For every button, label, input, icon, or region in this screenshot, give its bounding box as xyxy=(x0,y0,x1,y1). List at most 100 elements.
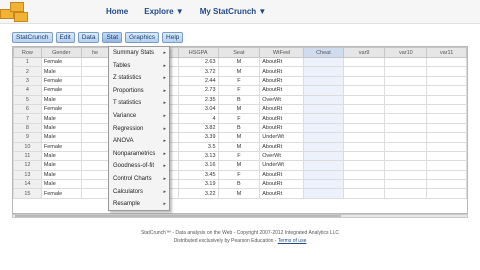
data-cell[interactable]: Female xyxy=(40,103,82,115)
data-cell[interactable] xyxy=(426,160,467,171)
column-header[interactable]: var11 xyxy=(426,47,467,58)
data-cell[interactable] xyxy=(426,141,467,152)
menu-stat-button[interactable]: Stat xyxy=(102,32,123,43)
data-cell[interactable] xyxy=(384,103,428,115)
data-cell[interactable] xyxy=(80,132,110,143)
data-cell[interactable]: OverWt xyxy=(259,150,305,162)
data-cell[interactable] xyxy=(426,122,467,134)
nav-link-2[interactable]: My StatCrunch ▼ xyxy=(200,7,267,16)
column-header[interactable]: WtFeel xyxy=(259,47,305,58)
data-cell[interactable]: AboutRt xyxy=(259,75,305,87)
stat-menu-item[interactable]: Variance ▸ xyxy=(109,110,169,123)
stat-menu-item[interactable]: T statistics ▸ xyxy=(109,97,169,110)
data-cell[interactable] xyxy=(426,132,467,143)
column-header[interactable]: var9 xyxy=(342,47,386,58)
data-cell[interactable] xyxy=(80,160,110,171)
data-cell[interactable] xyxy=(303,75,344,87)
data-cell[interactable]: 3.16 xyxy=(177,160,219,171)
column-header[interactable]: Cheat xyxy=(303,47,344,58)
data-cell[interactable]: Male xyxy=(40,150,82,162)
data-cell[interactable] xyxy=(303,160,344,171)
data-grid[interactable]: Row Gender he HSGPA Seat WtFeel Cheat var9 var10… xyxy=(12,46,468,214)
data-cell[interactable] xyxy=(80,94,110,105)
data-cell[interactable] xyxy=(426,113,467,124)
stat-menu-item[interactable]: Summary Stats ▸ xyxy=(109,47,169,60)
data-cell[interactable] xyxy=(303,94,344,105)
menu-data-button[interactable]: Data xyxy=(77,32,100,43)
data-cell[interactable] xyxy=(426,94,467,105)
data-cell[interactable]: 3.45 xyxy=(177,169,219,181)
data-cell[interactable] xyxy=(80,85,110,96)
data-cell[interactable] xyxy=(384,75,428,87)
stat-menu-item[interactable]: Resample ▸ xyxy=(109,198,169,211)
data-cell[interactable] xyxy=(303,122,344,134)
data-cell[interactable]: Male xyxy=(40,169,82,181)
data-cell[interactable]: Male xyxy=(40,132,82,143)
column-header[interactable]: Gender xyxy=(40,47,82,58)
data-cell[interactable]: F xyxy=(217,150,261,162)
stat-menu-item[interactable]: Tables ▸ xyxy=(109,60,169,73)
data-cell[interactable] xyxy=(303,150,344,162)
data-cell[interactable] xyxy=(342,150,386,162)
data-cell[interactable]: M xyxy=(217,160,261,171)
data-cell[interactable]: 3.5 xyxy=(177,141,219,152)
scrollbar-thumb[interactable] xyxy=(15,215,341,217)
menu-edit-button[interactable]: Edit xyxy=(55,32,75,43)
data-cell[interactable] xyxy=(342,103,386,115)
data-cell[interactable] xyxy=(80,75,110,87)
nav-link-0[interactable]: Home xyxy=(106,7,128,16)
data-cell[interactable] xyxy=(342,132,386,143)
data-cell[interactable] xyxy=(342,188,386,199)
data-cell[interactable]: Male xyxy=(40,94,82,105)
nav-link-1[interactable]: Explore ▼ xyxy=(144,7,183,16)
data-cell[interactable] xyxy=(384,56,428,68)
data-cell[interactable]: 3.39 xyxy=(177,132,219,143)
data-cell[interactable]: 2.73 xyxy=(177,85,219,96)
data-cell[interactable]: AboutRt xyxy=(259,103,305,115)
data-cell[interactable]: AboutRt xyxy=(259,66,305,77)
data-cell[interactable]: 3.13 xyxy=(177,150,219,162)
data-cell[interactable] xyxy=(80,103,110,115)
stat-menu-item[interactable]: Calculators ▸ xyxy=(109,186,169,199)
data-cell[interactable] xyxy=(80,122,110,134)
data-cell[interactable]: UnderWt xyxy=(259,160,305,171)
menu-graphics-button[interactable]: Graphics xyxy=(125,32,160,43)
data-cell[interactable]: AboutRt xyxy=(259,141,305,152)
menu-statcrunch-button[interactable]: StatCrunch xyxy=(12,32,53,43)
data-cell[interactable] xyxy=(303,132,344,143)
data-cell[interactable] xyxy=(80,150,110,162)
data-cell[interactable]: 3.04 xyxy=(177,103,219,115)
data-cell[interactable]: M xyxy=(217,103,261,115)
stat-menu-item[interactable]: Regression ▸ xyxy=(109,123,169,136)
data-cell[interactable]: Female xyxy=(40,56,82,68)
data-cell[interactable]: 2.44 xyxy=(177,75,219,87)
data-cell[interactable]: 3.22 xyxy=(177,188,219,199)
data-cell[interactable]: M xyxy=(217,188,261,199)
data-cell[interactable] xyxy=(426,103,467,115)
data-cell[interactable]: AboutRt xyxy=(259,113,305,124)
data-cell[interactable]: B xyxy=(217,122,261,134)
data-cell[interactable]: F xyxy=(217,169,261,181)
data-cell[interactable]: Female xyxy=(40,75,82,87)
data-cell[interactable]: Male xyxy=(40,179,82,190)
stat-menu-item[interactable]: Nonparametrics ▸ xyxy=(109,148,169,161)
data-cell[interactable] xyxy=(384,169,428,181)
data-cell[interactable] xyxy=(342,160,386,171)
data-cell[interactable] xyxy=(342,122,386,134)
data-cell[interactable]: F xyxy=(217,113,261,124)
data-cell[interactable]: 3.72 xyxy=(177,66,219,77)
data-cell[interactable]: AboutRt xyxy=(259,56,305,68)
data-cell[interactable] xyxy=(303,113,344,124)
data-cell[interactable]: Male xyxy=(40,160,82,171)
data-cell[interactable] xyxy=(426,150,467,162)
data-cell[interactable] xyxy=(303,85,344,96)
data-cell[interactable]: 2.35 xyxy=(177,94,219,105)
data-cell[interactable] xyxy=(342,141,386,152)
terms-of-use-link[interactable]: Terms of use xyxy=(278,238,307,244)
data-cell[interactable] xyxy=(80,188,110,199)
data-cell[interactable] xyxy=(426,56,467,68)
data-cell[interactable]: 3.82 xyxy=(177,122,219,134)
data-cell[interactable]: OverWt xyxy=(259,94,305,105)
data-cell[interactable]: B xyxy=(217,94,261,105)
data-cell[interactable]: AboutRt xyxy=(259,122,305,134)
